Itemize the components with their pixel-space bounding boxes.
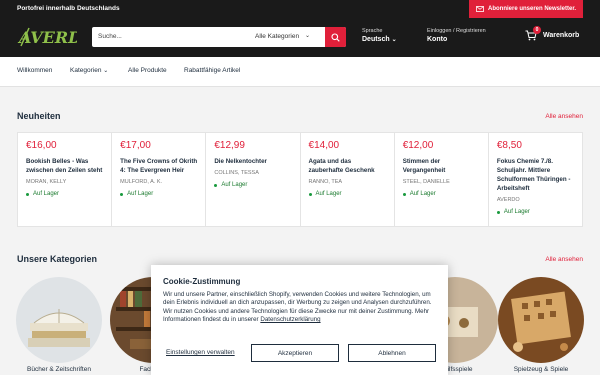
- nav-item-willkommen[interactable]: Willkommen: [17, 67, 52, 74]
- product-list: €16,00 Bookish Belles - Was zwischen den…: [17, 132, 583, 227]
- product-card[interactable]: €14,00 Agata und das zauberhafte Geschen…: [301, 133, 395, 226]
- categories-title: Unsere Kategorien: [17, 254, 98, 264]
- product-card[interactable]: €16,00 Bookish Belles - Was zwischen den…: [18, 133, 113, 226]
- nav-item-kategorien-label: Kategorien: [70, 67, 102, 74]
- stock-status: Auf Lager: [26, 191, 103, 197]
- product-card[interactable]: €12,99 Die Nelkentochter COLLINS, TESSA …: [206, 133, 301, 226]
- product-price: €14,00: [308, 140, 340, 151]
- product-title[interactable]: The Five Crowns of Okrith 4: The Evergre…: [120, 157, 197, 175]
- product-card[interactable]: €17,00 The Five Crowns of Okrith 4: The …: [112, 133, 207, 226]
- language-label: Sprache: [362, 28, 383, 34]
- categories-see-all[interactable]: Alle ansehen: [545, 256, 583, 263]
- product-author: STEEL, DANIELLE: [402, 179, 450, 185]
- product-title[interactable]: Stimmen der Vergangenheit: [403, 157, 480, 175]
- product-price: €16,00: [26, 140, 57, 151]
- language-selector[interactable]: Sprache Deutsch ⌄: [362, 28, 397, 43]
- search-bar: Suche... Alle Kategorien ⌄: [92, 27, 346, 47]
- search-icon: [331, 32, 340, 42]
- stock-status: Auf Lager: [214, 182, 291, 188]
- averdo-logo[interactable]: AVERDO: [17, 24, 77, 50]
- cookie-text: Wir und unsere Partner, einschließlich S…: [163, 291, 436, 325]
- product-price: €8,50: [496, 140, 522, 151]
- chevron-down-icon: ⌄: [305, 33, 311, 39]
- stock-status: Auf Lager: [496, 209, 574, 215]
- cart-button[interactable]: 0 Warenkorb: [525, 26, 580, 41]
- newsletter-label: Abonniere unseren Newsletter.: [488, 6, 577, 12]
- cart-label: Warenkorb: [543, 32, 580, 39]
- in-stock-dot-icon: [496, 210, 500, 214]
- category-label: Spielzeug & Spiele: [513, 366, 569, 373]
- stock-status: Auf Lager: [308, 191, 386, 197]
- product-price: €17,00: [120, 140, 151, 151]
- account-value: Konto: [427, 36, 448, 43]
- stock-status: Auf Lager: [120, 191, 197, 197]
- manage-settings-link[interactable]: Einstellungen verwalten: [166, 349, 235, 356]
- product-card[interactable]: €12,00 Stimmen der Vergangenheit STEEL, …: [395, 133, 489, 226]
- language-value: Deutsch: [362, 36, 390, 43]
- stock-label: Auf Lager: [221, 182, 248, 188]
- stock-status: Auf Lager: [402, 191, 480, 197]
- new-arrivals-see-all[interactable]: Alle ansehen: [545, 113, 583, 120]
- nav-item-rabatt[interactable]: Rabattfähige Artikel: [184, 67, 240, 74]
- announcement-bar: Portofrei innerhalb Deutschlands Abonnie…: [0, 0, 600, 18]
- stock-label: Auf Lager: [409, 191, 436, 197]
- chevron-down-icon: ⌄: [103, 68, 109, 74]
- accept-button[interactable]: Akzeptieren: [251, 344, 339, 362]
- product-author: MULFORD, A. K.: [120, 179, 163, 185]
- stock-label: Auf Lager: [127, 191, 154, 197]
- stock-label: Auf Lager: [503, 209, 530, 215]
- product-title[interactable]: Bookish Belles - Was zwischen den Zeilen…: [26, 157, 103, 175]
- account-link[interactable]: Einloggen / Registrieren Konto: [427, 28, 486, 43]
- site-header: AVERDO Suche... Alle Kategorien ⌄ Sprach…: [0, 18, 600, 57]
- in-stock-dot-icon: [214, 183, 218, 187]
- product-author: MORAN, KELLY: [26, 179, 67, 185]
- in-stock-dot-icon: [402, 192, 406, 196]
- cookie-title: Cookie-Zustimmung: [163, 277, 241, 286]
- product-title[interactable]: Agata und das zauberhafte Geschenk: [309, 157, 386, 175]
- in-stock-dot-icon: [26, 192, 29, 196]
- newsletter-button[interactable]: Abonniere unseren Newsletter.: [469, 0, 583, 18]
- cookie-actions: Einstellungen verwalten Akzeptieren Able…: [163, 344, 436, 362]
- category-item[interactable]: Bücher & Zeitschriften: [16, 277, 102, 373]
- product-author: AVERDO: [496, 197, 520, 203]
- shipping-note: Portofrei innerhalb Deutschlands: [17, 5, 120, 12]
- books-image: [16, 277, 102, 363]
- cart-count-badge: 0: [533, 26, 541, 34]
- nav-item-kategorien[interactable]: Kategorien ⌄: [70, 67, 108, 74]
- nav-item-alle-produkte[interactable]: Alle Produkte: [128, 67, 167, 74]
- svg-text:AVERDO: AVERDO: [17, 28, 77, 47]
- category-item[interactable]: Spielzeug & Spiele: [498, 277, 584, 373]
- search-category-select[interactable]: Alle Kategorien: [255, 33, 299, 40]
- search-input[interactable]: Suche...: [98, 33, 122, 40]
- in-stock-dot-icon: [308, 192, 312, 196]
- privacy-policy-link[interactable]: Datenschutzerklärung: [260, 316, 320, 323]
- main-nav: Willkommen Kategorien ⌄ Alle Produkte Ra…: [0, 57, 600, 87]
- stock-label: Auf Lager: [33, 191, 60, 197]
- new-arrivals-title: Neuheiten: [17, 111, 61, 121]
- category-label: Bücher & Zeitschriften: [27, 366, 91, 373]
- stock-label: Auf Lager: [315, 191, 342, 197]
- product-title[interactable]: Fokus Chemie 7./8. Schuljahr. Mittlere S…: [497, 157, 574, 193]
- product-card[interactable]: €8,50 Fokus Chemie 7./8. Schuljahr. Mitt…: [489, 133, 582, 226]
- product-author: RANNO, TEA: [308, 179, 343, 185]
- product-author: COLLINS, TESSA: [214, 170, 259, 176]
- in-stock-dot-icon: [120, 192, 124, 196]
- account-label: Einloggen / Registrieren: [427, 28, 486, 34]
- product-price: €12,99: [214, 140, 245, 151]
- mail-icon: [476, 6, 484, 12]
- chevron-down-icon: ⌄: [391, 37, 397, 43]
- cookie-consent-dialog: Cookie-Zustimmung Wir und unsere Partner…: [151, 265, 448, 375]
- search-button[interactable]: [325, 27, 346, 47]
- toys-image: [498, 277, 584, 363]
- product-title[interactable]: Die Nelkentochter: [214, 157, 291, 166]
- product-price: €12,00: [402, 140, 434, 151]
- decline-button[interactable]: Ablehnen: [348, 344, 436, 362]
